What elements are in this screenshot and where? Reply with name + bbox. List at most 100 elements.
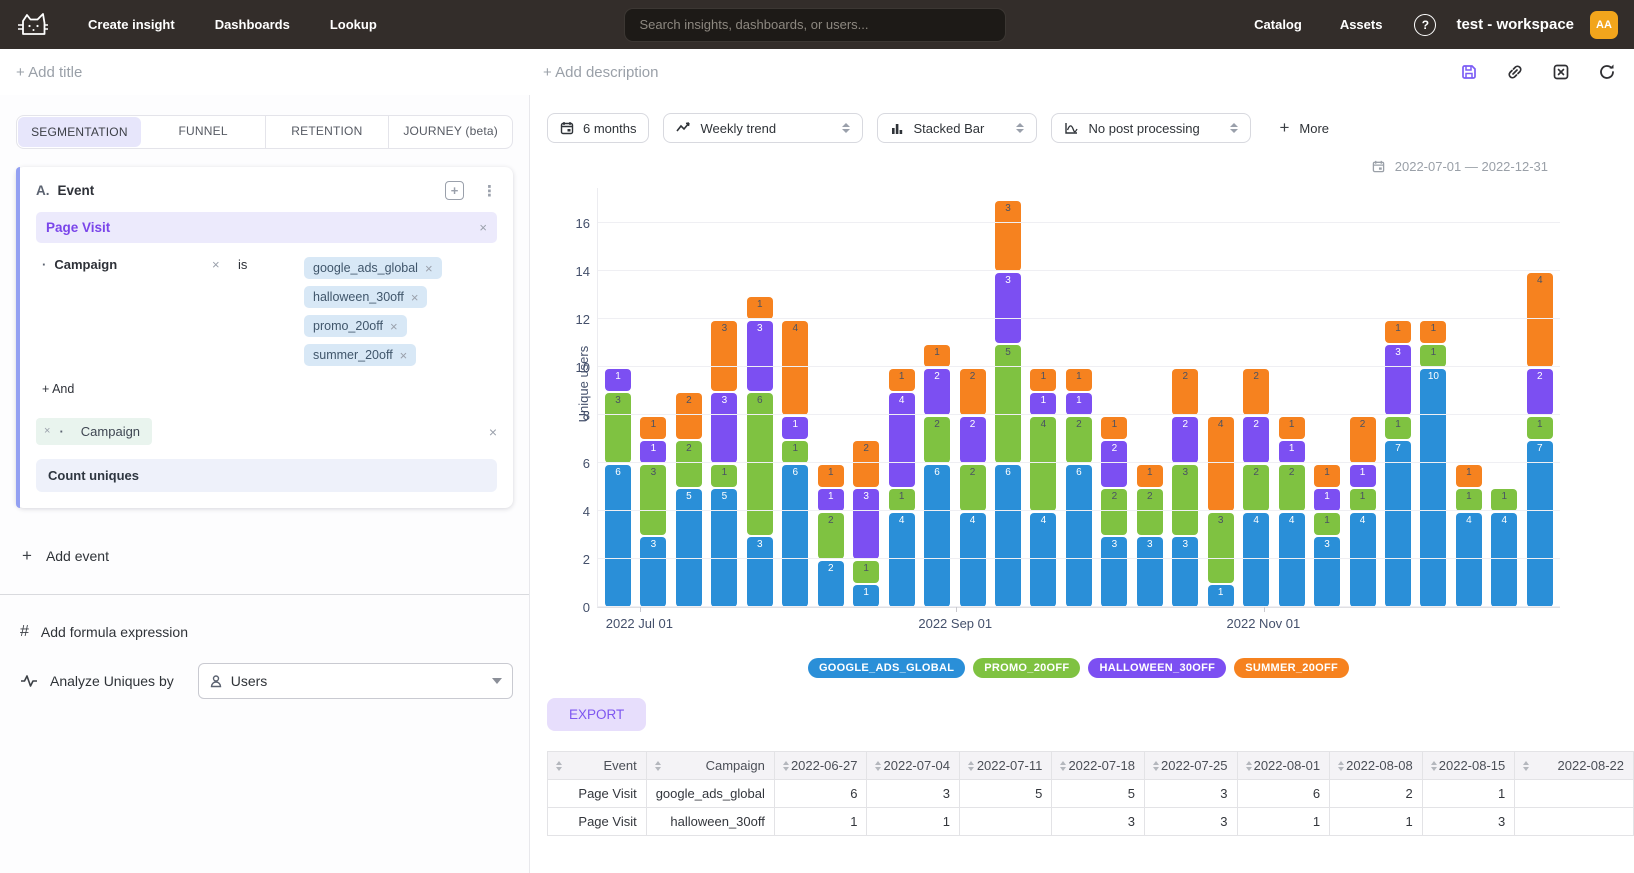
bar-segment-halloween_30off[interactable]: 2 — [1101, 441, 1127, 487]
bar-segment-halloween_30off[interactable]: 4 — [889, 393, 915, 487]
refresh-icon[interactable] — [1596, 61, 1618, 83]
trend-select[interactable]: Weekly trend — [663, 113, 863, 143]
legend-pill-halloween_30off[interactable]: HALLOWEEN_30OFF — [1088, 658, 1226, 678]
bar-segment-google_ads_global[interactable]: 2 — [818, 561, 844, 607]
bar-segment-google_ads_global[interactable]: 4 — [1491, 513, 1517, 607]
bar-2022-07-11[interactable]: 225 — [676, 187, 702, 607]
bar-2022-07-18[interactable]: 3315 — [711, 187, 737, 607]
clear-breakdown-icon[interactable] — [489, 425, 497, 439]
bar-segment-promo_20off[interactable]: 3 — [605, 393, 631, 463]
column-header-2022-06-27[interactable]: 2022-06-27 — [774, 752, 867, 780]
column-header-campaign[interactable]: Campaign — [646, 752, 774, 780]
bar-2022-08-08[interactable]: 1122 — [818, 187, 844, 607]
bar-segment-google_ads_global[interactable]: 1 — [1208, 585, 1234, 607]
bar-2022-08-15[interactable]: 2311 — [853, 187, 879, 607]
legend-pill-summer_20off[interactable]: SUMMER_20OFF — [1234, 658, 1349, 678]
bar-2022-10-03[interactable]: 1223 — [1101, 187, 1127, 607]
bar-segment-google_ads_global[interactable]: 4 — [1350, 513, 1376, 607]
tab-segmentation[interactable]: SEGMENTATION — [18, 117, 141, 147]
bar-2022-09-05[interactable]: 2224 — [960, 187, 986, 607]
bar-segment-google_ads_global[interactable]: 3 — [1137, 537, 1163, 607]
bar-2022-09-26[interactable]: 1126 — [1066, 187, 1092, 607]
remove-value-icon[interactable] — [390, 320, 398, 333]
add-description-field[interactable]: + Add description — [543, 64, 659, 81]
bar-segment-google_ads_global[interactable]: 6 — [995, 465, 1021, 607]
bar-segment-halloween_30off[interactable]: 2 — [1527, 369, 1553, 415]
tab-funnel[interactable]: FUNNEL — [142, 116, 266, 148]
bar-segment-google_ads_global[interactable]: 4 — [1279, 513, 1305, 607]
add-title-field[interactable]: + Add title — [16, 64, 543, 81]
bar-segment-summer_20off[interactable]: 3 — [995, 201, 1021, 271]
bar-segment-summer_20off[interactable]: 4 — [782, 321, 808, 415]
bar-segment-halloween_30off[interactable]: 2 — [960, 417, 986, 463]
column-header-2022-08-01[interactable]: 2022-08-01 — [1237, 752, 1330, 780]
bar-segment-summer_20off[interactable]: 4 — [1208, 417, 1234, 511]
bar-segment-google_ads_global[interactable]: 4 — [889, 513, 915, 607]
column-header-2022-08-22[interactable]: 2022-08-22 — [1515, 752, 1634, 780]
bar-segment-promo_20off[interactable]: 4 — [1030, 417, 1056, 511]
bar-segment-google_ads_global[interactable]: 3 — [747, 537, 773, 607]
bar-segment-promo_20off[interactable]: 1 — [1314, 513, 1340, 535]
bar-2022-09-12[interactable]: 3356 — [995, 187, 1021, 607]
bar-segment-promo_20off[interactable]: 2 — [960, 465, 986, 511]
bar-segment-halloween_30off[interactable]: 1 — [818, 489, 844, 511]
bar-segment-summer_20off[interactable]: 2 — [676, 393, 702, 439]
legend-pill-google_ads_global[interactable]: GOOGLE_ADS_GLOBAL — [808, 658, 965, 678]
bar-segment-summer_20off[interactable]: 1 — [1279, 417, 1305, 439]
bar-2022-09-19[interactable]: 1144 — [1030, 187, 1056, 607]
bar-segment-google_ads_global[interactable]: 4 — [960, 513, 986, 607]
bar-segment-halloween_30off[interactable]: 1 — [1279, 441, 1305, 463]
bar-segment-halloween_30off[interactable]: 1 — [640, 441, 666, 463]
bar-segment-halloween_30off[interactable]: 1 — [1066, 393, 1092, 415]
column-header-2022-07-04[interactable]: 2022-07-04 — [867, 752, 960, 780]
bar-2022-07-25[interactable]: 1363 — [747, 187, 773, 607]
bar-segment-promo_20off[interactable]: 2 — [1243, 465, 1269, 511]
event-menu-icon[interactable] — [482, 182, 497, 200]
bar-segment-summer_20off[interactable]: 1 — [1314, 465, 1340, 487]
bar-segment-google_ads_global[interactable]: 3 — [1172, 537, 1198, 607]
bar-2022-07-04[interactable]: 1133 — [640, 187, 666, 607]
analyze-by-select[interactable]: Users — [198, 663, 513, 699]
legend-pill-promo_20off[interactable]: PROMO_20OFF — [973, 658, 1080, 678]
add-formula-button[interactable]: Add formula expression — [16, 623, 513, 641]
add-filter-icon[interactable] — [445, 181, 464, 200]
bar-segment-promo_20off[interactable]: 2 — [676, 441, 702, 487]
filter-value-chip[interactable]: promo_20off — [304, 315, 407, 337]
bar-segment-google_ads_global[interactable]: 3 — [1101, 537, 1127, 607]
bar-segment-summer_20off[interactable]: 2 — [853, 441, 879, 487]
column-header-2022-08-08[interactable]: 2022-08-08 — [1330, 752, 1423, 780]
remove-value-icon[interactable] — [400, 349, 408, 362]
bar-2022-10-24[interactable]: 431 — [1208, 187, 1234, 607]
column-header-2022-07-25[interactable]: 2022-07-25 — [1144, 752, 1237, 780]
bar-2022-12-26[interactable]: 4217 — [1527, 187, 1553, 607]
remove-event-icon[interactable] — [479, 221, 487, 234]
avatar[interactable]: AA — [1590, 11, 1618, 39]
search-input[interactable] — [624, 8, 1006, 42]
bar-segment-summer_20off[interactable]: 1 — [1385, 321, 1411, 343]
filter-property[interactable]: Campaign — [42, 257, 212, 366]
bar-segment-promo_20off[interactable]: 1 — [889, 489, 915, 511]
bar-segment-halloween_30off[interactable]: 3 — [853, 489, 879, 559]
bar-segment-google_ads_global[interactable]: 6 — [782, 465, 808, 607]
bar-segment-promo_20off[interactable]: 3 — [640, 465, 666, 535]
tab-retention[interactable]: RETENTION — [266, 116, 390, 148]
chart-type-select[interactable]: Stacked Bar — [877, 113, 1037, 143]
bar-segment-google_ads_global[interactable]: 3 — [1314, 537, 1340, 607]
bar-segment-halloween_30off[interactable]: 1 — [1314, 489, 1340, 511]
nav-dashboards[interactable]: Dashboards — [199, 9, 306, 40]
add-event-button[interactable]: Add event — [16, 546, 513, 566]
bar-segment-google_ads_global[interactable]: 7 — [1385, 441, 1411, 607]
nav-create-insight[interactable]: Create insight — [72, 9, 191, 40]
clear-icon[interactable] — [1550, 61, 1572, 83]
remove-value-icon[interactable] — [425, 262, 433, 275]
bar-segment-summer_20off[interactable]: 2 — [1172, 369, 1198, 415]
bar-2022-08-01[interactable]: 4116 — [782, 187, 808, 607]
bar-segment-promo_20off[interactable]: 1 — [1350, 489, 1376, 511]
bar-segment-summer_20off[interactable]: 1 — [889, 369, 915, 391]
filter-value-chip[interactable]: summer_20off — [304, 344, 416, 366]
bar-2022-08-29[interactable]: 1226 — [924, 187, 950, 607]
bar-segment-promo_20off[interactable]: 3 — [1172, 465, 1198, 535]
bar-segment-google_ads_global[interactable]: 6 — [605, 465, 631, 607]
workspace-name[interactable]: test - workspace — [1456, 16, 1574, 33]
bar-segment-promo_20off[interactable]: 1 — [1385, 417, 1411, 439]
